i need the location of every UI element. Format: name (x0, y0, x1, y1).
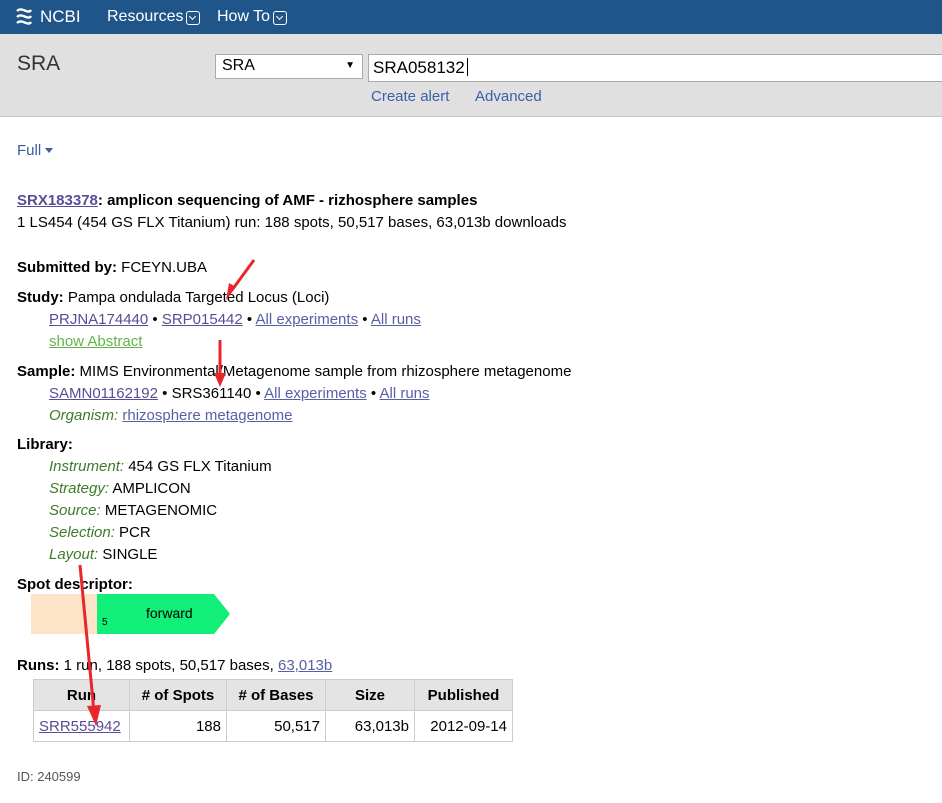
record-id: ID: 240599 (17, 769, 81, 784)
table-header-row: Run # of Spots # of Bases Size Published (33, 679, 513, 711)
spots-cell: 188 (129, 710, 227, 742)
column-header: Published (414, 679, 513, 711)
spot-descriptor-label: Spot descriptor: (17, 576, 133, 593)
sample-value: MIMS Environmental/Metagenome sample fro… (79, 363, 572, 380)
separator: • (246, 311, 253, 328)
table-row: SRR555942 188 50,517 63,013b 2012-09-14 (33, 710, 513, 742)
field-value: PCR (119, 524, 151, 541)
separator: • (370, 385, 377, 402)
field-key: Layout: (49, 546, 99, 563)
sample-all-runs-link[interactable]: All runs (379, 385, 429, 402)
organism-row: Organism: rhizosphere metagenome (49, 407, 292, 424)
study-line: Study: Pampa ondulada Targeted Locus (Lo… (17, 289, 329, 306)
submitted-by: Submitted by: FCEYN.UBA (17, 259, 207, 276)
column-header: # of Bases (226, 679, 326, 711)
submitted-label: Submitted by: (17, 259, 117, 276)
srp-link[interactable]: SRP015442 (162, 311, 243, 328)
ncbi-header: NCBI Resources How To (0, 0, 942, 34)
library-strategy: Strategy: AMPLICON (49, 480, 191, 497)
column-header: Run (33, 679, 130, 711)
howto-menu[interactable]: How To (217, 8, 288, 26)
study-value: Pampa ondulada Targeted Locus (Loci) (67, 289, 330, 306)
howto-label: How To (217, 8, 271, 25)
runs-download-link[interactable]: 63,013b (278, 657, 332, 674)
runs-summary-text: 1 run, 188 spots, 50,517 bases, (63, 657, 274, 674)
separator: • (255, 385, 261, 402)
search-input[interactable]: SRA058132 (368, 54, 942, 82)
submitted-value: FCEYN.UBA (121, 259, 208, 276)
caret-down-icon (45, 148, 54, 153)
study-links: PRJNA174440 • SRP015442 • All experiment… (49, 311, 421, 328)
display-format-menu[interactable]: Full (17, 142, 54, 159)
display-format-label: Full (17, 142, 42, 159)
ncbi-logo[interactable]: NCBI (14, 6, 81, 28)
search-bar: SRA SRA ▼ SRA058132 Create alert Advance… (0, 34, 942, 117)
create-alert-link[interactable]: Create alert (371, 88, 449, 105)
database-title: SRA (17, 52, 61, 75)
text-caret (466, 58, 468, 76)
separator: • (162, 385, 168, 402)
bases-cell: 50,517 (226, 710, 326, 742)
runs-table: Run # of Spots # of Bases Size Published… (33, 679, 513, 742)
library-label: Library: (17, 436, 73, 453)
library-instrument: Instrument: 454 GS FLX Titanium (49, 458, 272, 475)
field-key: Strategy: (49, 480, 110, 497)
advanced-link[interactable]: Advanced (475, 88, 542, 105)
study-all-runs-link[interactable]: All runs (371, 311, 421, 328)
dropdown-arrow-icon: ▼ (345, 60, 355, 71)
biosample-link[interactable]: SAMN01162192 (49, 385, 158, 402)
study-label: Study: (17, 289, 64, 306)
experiment-title-text: : amplicon sequencing of AMF - rizhosphe… (97, 192, 478, 209)
srs-accession: SRS361140 (171, 385, 252, 402)
run-accession-link[interactable]: SRR555942 (39, 718, 121, 735)
show-abstract-row: show Abstract (49, 333, 142, 350)
bioproject-link[interactable]: PRJNA174440 (49, 311, 148, 328)
logo-text: NCBI (40, 7, 81, 26)
experiment-accession-link[interactable]: SRX183378 (17, 192, 98, 209)
field-value: AMPLICON (112, 480, 191, 497)
sample-links: SAMN01162192 • SRS361140 • All experimen… (49, 385, 430, 402)
runs-label: Runs: (17, 657, 60, 674)
size-cell: 63,013b (325, 710, 415, 742)
published-cell: 2012-09-14 (414, 710, 513, 742)
experiment-summary: 1 LS454 (454 GS FLX Titanium) run: 188 s… (17, 214, 567, 231)
organism-link[interactable]: rhizosphere metagenome (122, 407, 292, 424)
run-cell: SRR555942 (33, 710, 130, 742)
chevron-down-icon (186, 11, 201, 25)
field-key: Instrument: (49, 458, 125, 475)
spot-adapter-segment (31, 594, 97, 634)
experiment-title: SRX183378: amplicon sequencing of AMF - … (17, 192, 477, 209)
runs-summary: Runs: 1 run, 188 spots, 50,517 bases, 63… (17, 657, 332, 674)
sample-all-experiments-link[interactable]: All experiments (264, 385, 367, 402)
search-term: SRA058132 (373, 58, 465, 77)
organism-label: Organism: (49, 407, 119, 424)
ncbi-logo-icon (16, 8, 33, 25)
column-header: Size (325, 679, 415, 711)
field-value: METAGENOMIC (104, 502, 218, 519)
spot-start-number: 5 (102, 617, 108, 628)
resources-label: Resources (107, 8, 184, 25)
resources-menu[interactable]: Resources (107, 8, 201, 26)
sample-line: Sample: MIMS Environmental/Metagenome sa… (17, 363, 571, 380)
field-value: 454 GS FLX Titanium (128, 458, 272, 475)
show-abstract-link[interactable]: show Abstract (49, 333, 142, 350)
library-selection: Selection: PCR (49, 524, 151, 541)
separator: • (152, 311, 158, 328)
chevron-down-icon (273, 11, 288, 25)
spot-forward-label: forward (146, 605, 193, 621)
field-value: SINGLE (102, 546, 158, 563)
field-key: Selection: (49, 524, 115, 541)
library-layout: Layout: SINGLE (49, 546, 157, 563)
database-select-value: SRA (222, 57, 255, 74)
study-all-experiments-link[interactable]: All experiments (256, 311, 359, 328)
field-key: Source: (49, 502, 101, 519)
library-source: Source: METAGENOMIC (49, 502, 217, 519)
sample-label: Sample: (17, 363, 76, 380)
database-select[interactable]: SRA ▼ (215, 54, 363, 79)
separator: • (362, 311, 368, 328)
column-header: # of Spots (129, 679, 227, 711)
